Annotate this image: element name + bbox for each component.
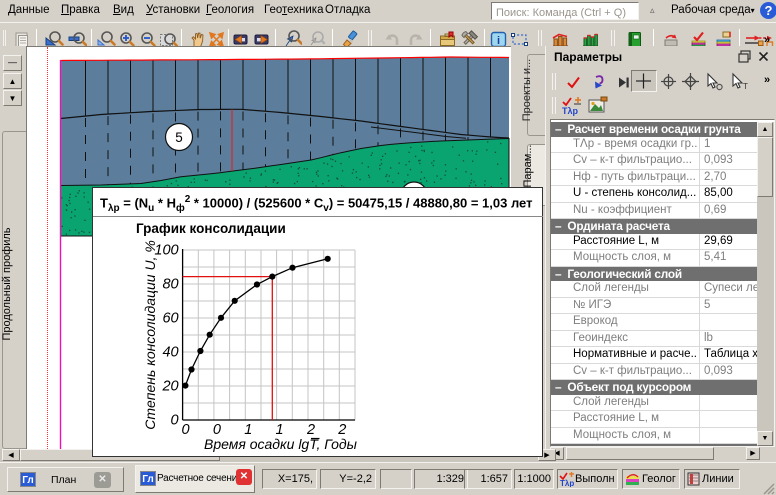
svg-text:Время осадки lgT, Годы: Время осадки lgT, Годы [204, 436, 358, 452]
svg-text:Tλр: Tλр [560, 479, 574, 487]
svg-text:80: 80 [162, 277, 178, 293]
svg-text:0: 0 [182, 422, 190, 438]
svg-text:20: 20 [161, 379, 178, 395]
svg-text:T: T [743, 82, 748, 91]
svg-text:100: 100 [154, 243, 178, 259]
svg-text:5: 5 [175, 130, 183, 145]
svg-text:0: 0 [171, 413, 179, 429]
svg-text:Tλр: Tλр [562, 106, 579, 116]
svg-text:Степень консолидации U, %: Степень консолидации U, % [142, 240, 158, 430]
svg-text:40: 40 [162, 345, 178, 361]
svg-text:60: 60 [162, 311, 178, 327]
